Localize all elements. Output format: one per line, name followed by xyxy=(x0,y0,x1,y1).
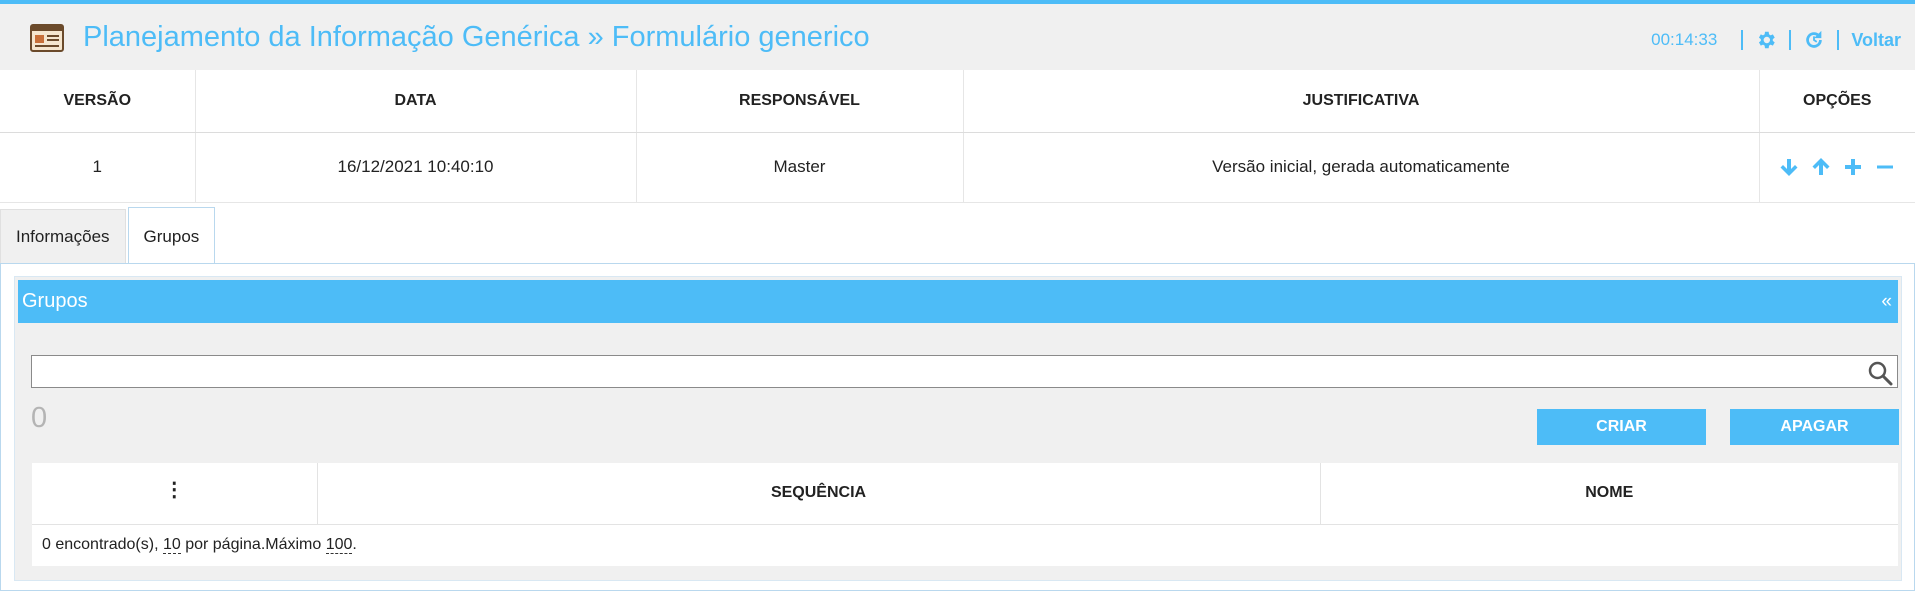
divider xyxy=(1789,30,1792,50)
per-page-selector[interactable]: 10 xyxy=(162,536,181,555)
options-cell xyxy=(1759,132,1915,203)
tab-bar: Informações Grupos xyxy=(0,206,216,265)
kebab-menu-icon[interactable]: ⋮ xyxy=(164,479,184,501)
footer-end: . xyxy=(352,536,357,554)
minus-icon[interactable] xyxy=(1875,157,1895,177)
column-header-options: OPÇÕES xyxy=(1759,70,1915,133)
header-actions: 00:14:33 Voltar xyxy=(1651,26,1901,54)
groups-title: Grupos xyxy=(22,290,88,312)
date-cell: 16/12/2021 10:40:10 xyxy=(195,132,637,203)
refresh-icon[interactable] xyxy=(1803,29,1825,51)
column-header-responsible[interactable]: RESPONSÁVEL xyxy=(636,70,964,133)
responsible-cell: Master xyxy=(636,132,964,203)
app-form-icon xyxy=(30,24,64,52)
found-count-text: 0 encontrado(s), xyxy=(42,536,163,554)
result-count: 0 xyxy=(31,402,48,434)
table-row[interactable]: 1 16/12/2021 10:40:10 Master Versão inic… xyxy=(0,132,1915,203)
groups-section: Grupos « 0 CRIAR APAGAR ⋮ SEQUÊNCIA NOME xyxy=(14,276,1902,581)
table-header-row: VERSÃO DATA RESPONSÁVEL JUSTIFICATIVA OP… xyxy=(0,70,1915,133)
version-cell: 1 xyxy=(0,132,196,203)
pagination-info: 0 encontrado(s), 10 por página.Máximo 10… xyxy=(32,524,1898,566)
arrow-down-icon[interactable] xyxy=(1779,157,1799,177)
groups-header: Grupos « xyxy=(18,280,1898,323)
search-input[interactable] xyxy=(32,356,1897,387)
table-footer-row: 0 encontrado(s), 10 por página.Máximo 10… xyxy=(32,524,1898,566)
divider xyxy=(1741,30,1744,50)
max-selector[interactable]: 100 xyxy=(325,536,353,555)
plus-icon[interactable] xyxy=(1843,157,1863,177)
page-title: Planejamento da Informação Genérica » Fo… xyxy=(83,21,870,53)
per-page-text: por página.Máximo xyxy=(180,536,326,554)
groups-table: ⋮ SEQUÊNCIA NOME 0 encontrado(s), 10 por… xyxy=(32,463,1898,566)
tab-informacoes[interactable]: Informações xyxy=(0,209,126,264)
column-header-sequence[interactable]: SEQUÊNCIA xyxy=(317,463,1321,525)
column-header-version[interactable]: VERSÃO xyxy=(0,70,196,133)
create-button[interactable]: CRIAR xyxy=(1537,409,1706,445)
delete-button[interactable]: APAGAR xyxy=(1730,409,1899,445)
justification-cell: Versão inicial, gerada automaticamente xyxy=(963,132,1760,203)
column-header-name[interactable]: NOME xyxy=(1320,463,1898,525)
divider xyxy=(1837,30,1840,50)
tab-grupos[interactable]: Grupos xyxy=(127,207,216,265)
back-link[interactable]: Voltar xyxy=(1851,30,1901,51)
gear-icon[interactable] xyxy=(1755,29,1777,51)
search-box xyxy=(31,355,1898,388)
collapse-button[interactable]: « xyxy=(1881,291,1892,313)
versions-table: VERSÃO DATA RESPONSÁVEL JUSTIFICATIVA OP… xyxy=(0,70,1915,203)
search-icon[interactable] xyxy=(1867,360,1893,386)
column-header-justification[interactable]: JUSTIFICATIVA xyxy=(963,70,1760,133)
column-header-date[interactable]: DATA xyxy=(195,70,637,133)
session-clock: 00:14:33 xyxy=(1651,30,1718,49)
table-header-row: ⋮ SEQUÊNCIA NOME xyxy=(32,463,1898,525)
arrow-up-icon[interactable] xyxy=(1811,157,1831,177)
column-menu[interactable]: ⋮ xyxy=(32,463,318,525)
tab-content-panel: Grupos « 0 CRIAR APAGAR ⋮ SEQUÊNCIA NOME xyxy=(0,263,1915,591)
top-bar: Planejamento da Informação Genérica » Fo… xyxy=(0,0,1915,70)
